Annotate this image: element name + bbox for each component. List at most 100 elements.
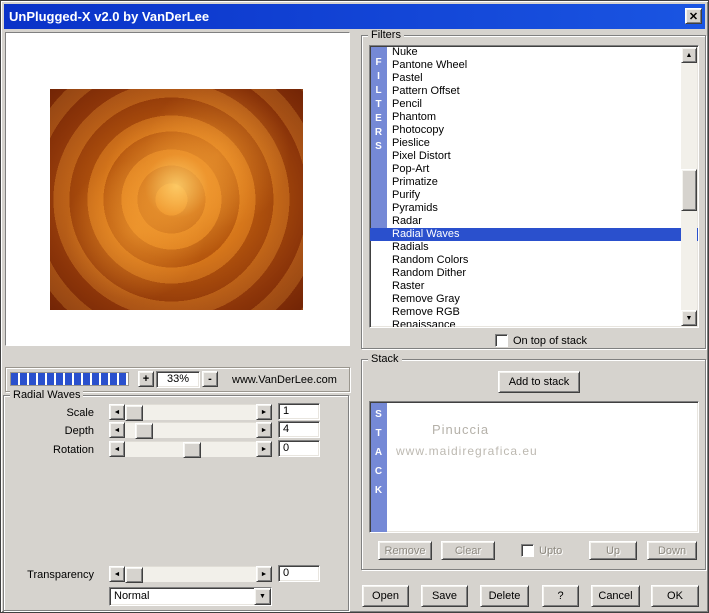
delete-button[interactable]: Delete (480, 585, 529, 607)
filter-item[interactable]: Radar (370, 215, 698, 228)
filter-item[interactable]: Pop-Art (370, 163, 698, 176)
filters-scrollbar[interactable]: ▲ ▼ (681, 47, 697, 326)
filter-item[interactable]: Nuke (370, 46, 698, 59)
transparency-slider[interactable]: ◄ ► (109, 566, 272, 583)
filter-item[interactable]: Pattern Offset (370, 85, 698, 98)
on-top-checkbox[interactable] (495, 334, 508, 347)
scale-value[interactable]: 1 (278, 403, 320, 420)
open-button[interactable]: Open (362, 585, 409, 607)
arrow-left-icon: ◄ (113, 408, 121, 416)
transparency-left-button[interactable]: ◄ (109, 566, 125, 582)
filter-item[interactable]: Random Colors (370, 254, 698, 267)
rotation-value[interactable]: 0 (278, 440, 320, 457)
filters-listbox[interactable]: FILTERS Nuke Pantone Wheel Pastel Patter… (369, 45, 699, 328)
up-label: Up (605, 544, 621, 557)
filter-item[interactable]: Primatize (370, 176, 698, 189)
scroll-down-button[interactable]: ▼ (681, 310, 697, 326)
rotation-track[interactable] (125, 441, 256, 458)
rotation-label: Rotation (53, 444, 94, 456)
filter-item[interactable]: Pyramids (370, 202, 698, 215)
depth-thumb[interactable] (135, 423, 153, 439)
filters-group-title: Filters (368, 29, 404, 41)
arrow-down-icon: ▼ (685, 314, 693, 322)
filter-item[interactable]: Pantone Wheel (370, 59, 698, 72)
transparency-right-button[interactable]: ► (256, 566, 272, 582)
filter-item[interactable]: Purify (370, 189, 698, 202)
dropdown-open-button[interactable]: ▼ (254, 588, 271, 605)
stack-vertical-label: STACK (373, 409, 384, 504)
filters-vertical-banner: FILTERS (371, 47, 387, 229)
cancel-label: Cancel (598, 590, 633, 602)
depth-value[interactable]: 4 (278, 421, 320, 438)
progress-bar (10, 372, 129, 386)
depth-right-button[interactable]: ► (256, 422, 272, 438)
filter-item[interactable]: Raster (370, 280, 698, 293)
filter-item[interactable]: Pastel (370, 72, 698, 85)
filter-item[interactable]: Random Dither (370, 267, 698, 280)
on-top-label: On top of stack (513, 335, 587, 347)
ok-button[interactable]: OK (651, 585, 699, 607)
depth-slider[interactable]: ◄ ► (109, 422, 272, 439)
close-button[interactable]: ✕ (685, 8, 702, 24)
clear-button[interactable]: Clear (441, 541, 495, 560)
scrollbar-thumb[interactable] (681, 169, 697, 211)
arrow-left-icon: ◄ (113, 426, 121, 434)
filter-item[interactable]: Renaissance (370, 319, 698, 327)
filter-item[interactable]: Pieslice (370, 137, 698, 150)
down-label: Down (657, 544, 687, 557)
stack-vertical-banner: STACK (371, 403, 387, 532)
preview-image[interactable] (50, 89, 303, 310)
plus-icon: + (142, 373, 150, 385)
depth-left-button[interactable]: ◄ (109, 422, 125, 438)
filter-item[interactable]: Pixel Distort (370, 150, 698, 163)
arrow-right-icon: ► (260, 570, 268, 578)
save-button[interactable]: Save (421, 585, 468, 607)
filter-item[interactable]: Photocopy (370, 124, 698, 137)
depth-track[interactable] (125, 422, 256, 439)
website-link[interactable]: www.VanDerLee.com (232, 374, 337, 386)
rotation-right-button[interactable]: ► (256, 441, 272, 457)
scale-slider[interactable]: ◄ ► (109, 404, 272, 421)
zoom-out-button[interactable]: - (202, 371, 218, 387)
filter-item[interactable]: Remove RGB (370, 306, 698, 319)
filter-item-selected[interactable]: Radial Waves (370, 228, 698, 241)
scroll-up-button[interactable]: ▲ (681, 47, 697, 63)
stack-listbox[interactable]: STACK Pinuccia www.maidiregrafica.eu (369, 401, 699, 533)
ok-label: OK (667, 590, 683, 602)
arrow-left-icon: ◄ (113, 445, 121, 453)
scale-label: Scale (66, 407, 94, 419)
filter-item[interactable]: Radials (370, 241, 698, 254)
scale-right-button[interactable]: ► (256, 404, 272, 420)
help-label: ? (557, 590, 564, 602)
rotation-slider[interactable]: ◄ ► (109, 441, 272, 458)
preview-panel (5, 32, 350, 346)
scale-left-button[interactable]: ◄ (109, 404, 125, 420)
down-button[interactable]: Down (647, 541, 697, 560)
transparency-track[interactable] (125, 566, 256, 583)
help-button[interactable]: ? (542, 585, 579, 607)
zoom-in-button[interactable]: + (138, 371, 154, 387)
clear-label: Clear (454, 544, 482, 557)
filter-item[interactable]: Phantom (370, 111, 698, 124)
delete-label: Delete (488, 590, 521, 602)
transparency-thumb[interactable] (125, 567, 143, 583)
add-to-stack-button[interactable]: Add to stack (498, 371, 580, 393)
titlebar[interactable]: UnPlugged-X v2.0 by VanDerLee ✕ (4, 4, 705, 29)
open-label: Open (372, 590, 399, 602)
filter-item[interactable]: Pencil (370, 98, 698, 111)
upto-checkbox[interactable] (521, 544, 534, 557)
rotation-thumb[interactable] (183, 442, 201, 458)
up-button[interactable]: Up (589, 541, 637, 560)
arrow-right-icon: ► (260, 408, 268, 416)
blend-mode-dropdown[interactable]: Normal ▼ (109, 587, 272, 606)
cancel-button[interactable]: Cancel (591, 585, 640, 607)
zoom-value: 33% (156, 371, 200, 388)
transparency-value[interactable]: 0 (278, 565, 320, 582)
arrow-right-icon: ► (260, 426, 268, 434)
scale-track[interactable] (125, 404, 256, 421)
filter-item[interactable]: Remove Gray (370, 293, 698, 306)
rotation-left-button[interactable]: ◄ (109, 441, 125, 457)
remove-button[interactable]: Remove (378, 541, 432, 560)
close-icon: ✕ (688, 10, 699, 23)
scale-thumb[interactable] (125, 405, 143, 421)
